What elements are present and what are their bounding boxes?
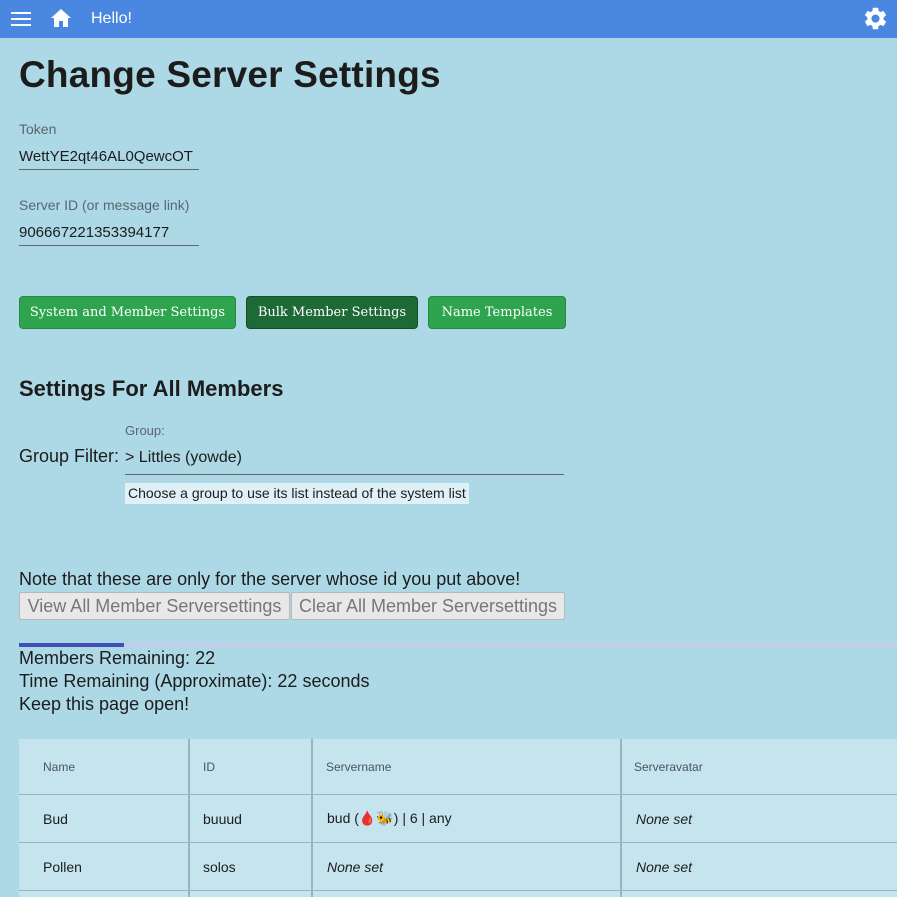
token-label: Token	[19, 121, 57, 137]
home-icon[interactable]	[50, 8, 72, 28]
members-table: Name ID Servername Serveravatar Bud buuu…	[19, 739, 897, 897]
header-serveravatar[interactable]: Serveravatar	[634, 739, 703, 794]
token-input[interactable]	[19, 144, 199, 170]
cell-servername[interactable]: bud (🩸🐝) | 6 | any	[327, 795, 452, 842]
header-servername[interactable]: Servername	[326, 739, 391, 794]
cell-name: Bud	[43, 810, 68, 827]
menu-icon[interactable]	[11, 11, 31, 27]
progress-bar-fill	[19, 643, 125, 647]
view-all-button[interactable]: View All Member Serversettings	[19, 592, 290, 620]
clear-all-button[interactable]: Clear All Member Serversettings	[291, 592, 565, 620]
cell-name: Pollen	[43, 858, 82, 875]
keep-open-text: Keep this page open!	[19, 694, 190, 714]
group-select[interactable]: > Littles (yowde)	[125, 446, 564, 475]
time-remaining: Time Remaining (Approximate): 22 seconds	[19, 671, 370, 691]
group-filter-label: Group Filter:	[19, 446, 120, 466]
members-remaining: Members Remaining: 22	[19, 648, 216, 668]
server-id-label: Server ID (or message link)	[19, 197, 190, 213]
cell-id: buuud	[203, 810, 242, 827]
gear-icon[interactable]	[862, 5, 889, 32]
page-title: Change Server Settings	[19, 54, 441, 95]
row-divider	[19, 842, 897, 843]
section-title: Settings For All Members	[19, 376, 284, 401]
column-divider	[188, 739, 190, 897]
group-tooltip: Choose a group to use its list instead o…	[125, 483, 469, 504]
cell-serveravatar[interactable]: None set	[636, 795, 692, 842]
cell-id: solos	[203, 858, 236, 875]
top-app-bar: Hello!	[0, 0, 897, 38]
header-name[interactable]: Name	[43, 739, 75, 794]
column-divider	[311, 739, 313, 897]
greeting-text: Hello!	[91, 10, 132, 27]
tab-system-member-settings[interactable]: System and Member Settings	[19, 296, 236, 329]
server-note: Note that these are only for the server …	[19, 569, 521, 589]
column-divider	[620, 739, 622, 897]
cell-serveravatar[interactable]: None set	[636, 843, 692, 890]
server-id-input[interactable]	[19, 220, 199, 246]
progress-bar	[19, 643, 897, 647]
header-id[interactable]: ID	[203, 739, 215, 794]
tab-name-templates[interactable]: Name Templates	[428, 296, 566, 329]
tab-bulk-member-settings[interactable]: Bulk Member Settings	[246, 296, 418, 329]
cell-servername[interactable]: None set	[327, 843, 383, 890]
row-divider	[19, 794, 897, 795]
group-label: Group:	[125, 423, 165, 438]
row-divider	[19, 890, 897, 891]
